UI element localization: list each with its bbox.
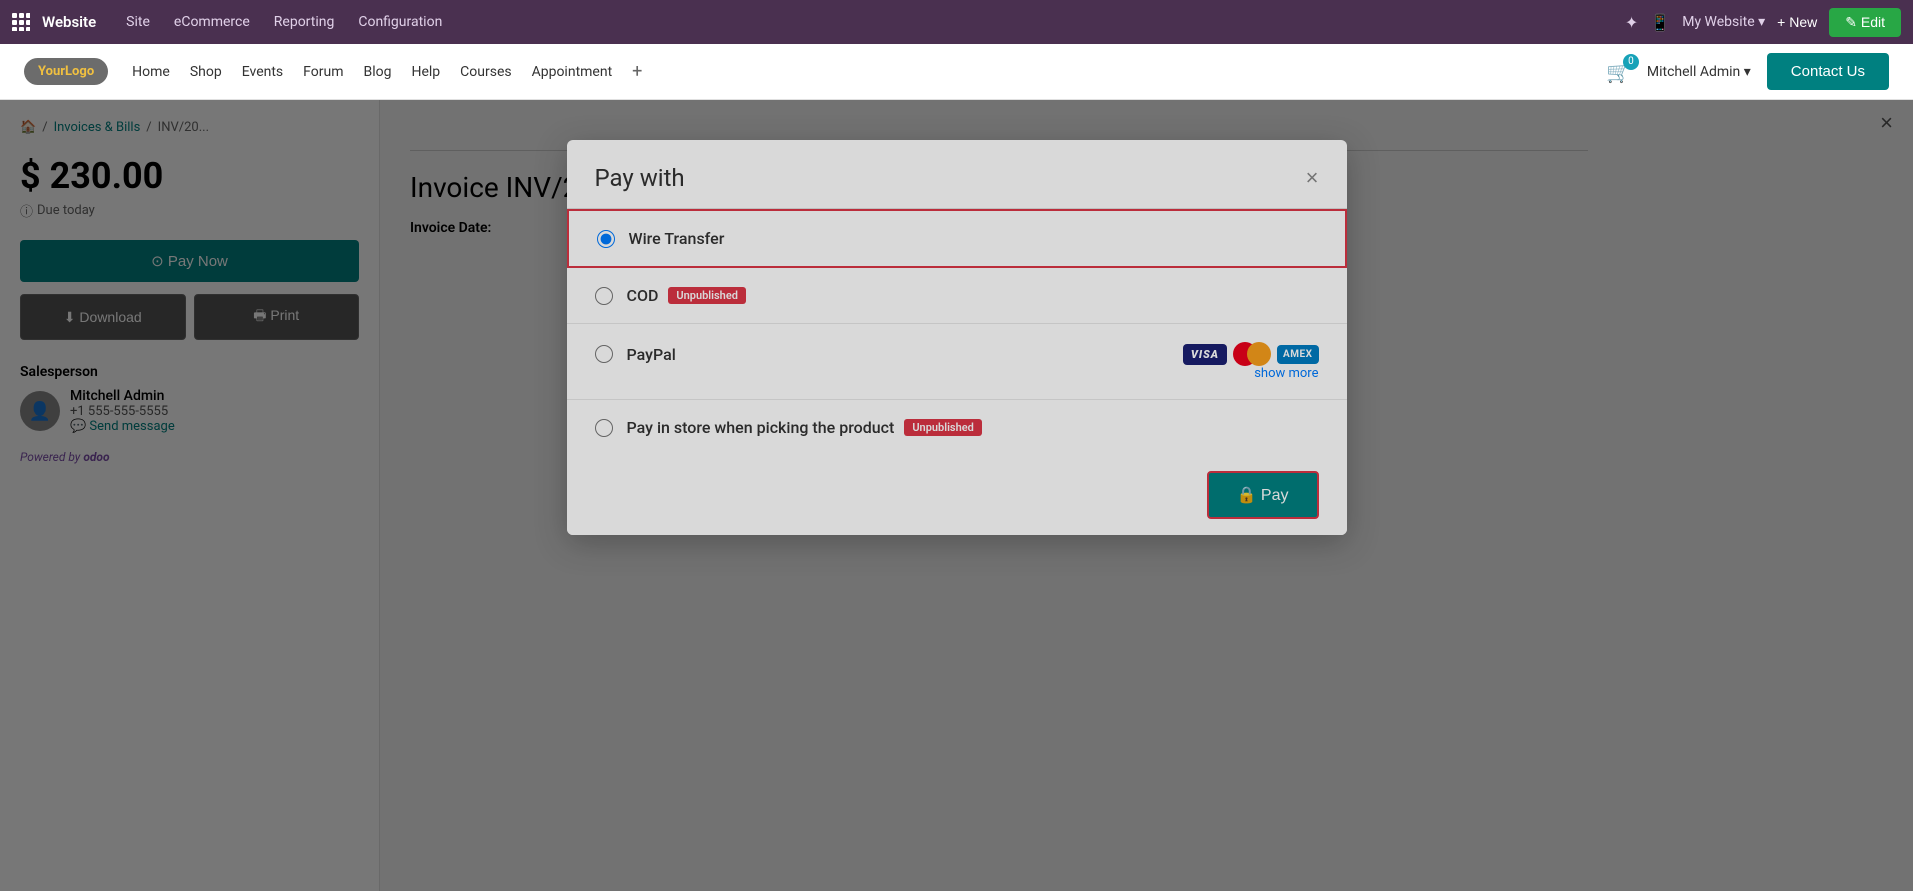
pay-with-modal: Pay with × Wire Transfer COD Unpublished [567,140,1347,535]
pay-in-store-label: Pay in store when picking the product [627,418,895,437]
logo-area: YourLogo [24,58,108,85]
amex-icon: AMEX [1277,345,1318,364]
payment-option-wire-transfer[interactable]: Wire Transfer [567,209,1347,268]
top-nav: Website Site eCommerce Reporting Configu… [0,0,1913,44]
cart-badge: 0 [1623,54,1639,70]
nav-item-reporting[interactable]: Reporting [264,0,345,44]
notification-icon[interactable]: ✦ [1625,13,1638,32]
nav-item-configuration[interactable]: Configuration [348,0,452,44]
payment-option-paypal[interactable]: PayPal VISA AMEX show more [567,324,1347,400]
website-nav-blog[interactable]: Blog [363,64,391,80]
cod-label: COD [627,286,659,305]
logo-your: Your [38,64,65,79]
website-nav-right: 🛒 0 Mitchell Admin ▾ Contact Us [1606,53,1889,90]
website-nav-courses[interactable]: Courses [460,64,511,80]
admin-dropdown[interactable]: Mitchell Admin ▾ [1647,64,1751,80]
website-nav-appointment[interactable]: Appointment [532,64,613,80]
nav-brand[interactable]: Website [42,13,96,31]
modal-overlay: Pay with × Wire Transfer COD Unpublished [0,100,1913,891]
website-nav-home[interactable]: Home [132,64,170,80]
website-nav-help[interactable]: Help [411,64,440,80]
payment-option-pay-in-store[interactable]: Pay in store when picking the product Un… [567,400,1347,455]
website-nav-forum[interactable]: Forum [303,64,343,80]
payment-icons: VISA AMEX [1183,342,1319,366]
pay-button[interactable]: 🔒 Pay [1207,471,1319,519]
mobile-icon[interactable]: 📱 [1650,13,1670,32]
wire-transfer-label: Wire Transfer [629,229,725,248]
website-nav-shop[interactable]: Shop [190,64,222,80]
modal-title: Pay with [595,164,685,192]
cod-radio[interactable] [595,287,613,305]
modal-footer: 🔒 Pay [567,455,1347,535]
logo: YourLogo [24,58,108,85]
main-content: 🏠 / Invoices & Bills / INV/20... $ 230.0… [0,100,1913,891]
grid-icon[interactable] [12,13,30,31]
add-nav-icon[interactable]: + [632,61,642,82]
website-nav: YourLogo Home Shop Events Forum Blog Hel… [0,44,1913,100]
website-nav-links: Home Shop Events Forum Blog Help Courses… [132,61,1606,82]
mastercard-icon [1233,342,1271,366]
new-button[interactable]: + New [1777,14,1817,30]
nav-item-site[interactable]: Site [116,0,160,44]
payment-option-cod[interactable]: COD Unpublished [567,268,1347,324]
modal-body: Wire Transfer COD Unpublished PayPal VIS… [567,209,1347,455]
paypal-row: PayPal VISA AMEX [595,342,1319,366]
website-nav-events[interactable]: Events [242,64,283,80]
cod-unpublished-badge: Unpublished [668,287,746,304]
nav-item-ecommerce[interactable]: eCommerce [164,0,260,44]
visa-icon: VISA [1183,344,1227,365]
paypal-radio[interactable] [595,345,613,363]
edit-button[interactable]: ✎ Edit [1829,8,1901,37]
contact-us-button[interactable]: Contact Us [1767,53,1889,90]
modal-close-button[interactable]: × [1306,165,1319,191]
wire-transfer-radio[interactable] [597,230,615,248]
modal-header: Pay with × [567,140,1347,209]
top-nav-right: ✦ 📱 My Website ▾ + New ✎ Edit [1625,8,1901,37]
my-website-dropdown[interactable]: My Website ▾ [1682,14,1765,30]
pay-in-store-radio[interactable] [595,419,613,437]
pay-in-store-unpublished-badge: Unpublished [904,419,982,436]
logo-logo: Logo [65,64,94,79]
paypal-label: PayPal [627,345,676,364]
show-more-link[interactable]: show more [595,366,1319,381]
cart-icon[interactable]: 🛒 0 [1606,60,1631,84]
